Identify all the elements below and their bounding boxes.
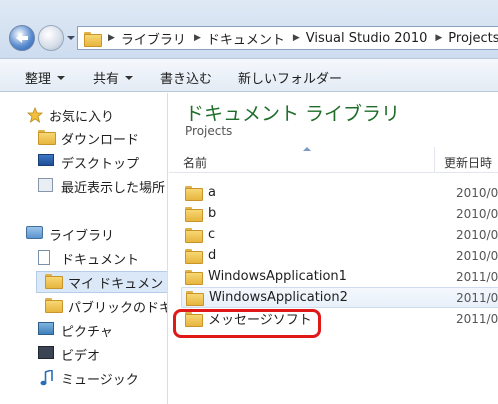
sidebar-item-libraries[interactable]: ライブラリ [26, 223, 114, 245]
file-date: 2011/03/ [456, 290, 498, 305]
breadcrumb-projects[interactable]: Projects [448, 31, 498, 46]
folder-icon [185, 228, 203, 243]
new-folder-button[interactable]: 新しいフォルダー [238, 68, 342, 87]
recent-pages-dropdown-icon[interactable] [67, 36, 75, 40]
column-header-name[interactable]: 名前 [183, 154, 207, 171]
navigation-pane: お気に入り ダウンロード デスクトップ 最近表示した場所 ライブラリ ドキュメン… [0, 93, 168, 404]
forward-button[interactable] [38, 25, 64, 51]
file-date: 2010/08/ [456, 227, 498, 242]
new-folder-label: 新しいフォルダー [238, 72, 343, 87]
library-subtitle: Projects [185, 124, 233, 138]
sidebar-item-label: ピクチャ [61, 324, 113, 340]
sidebar-item-label: ライブラリ [49, 228, 115, 244]
file-name: c [208, 227, 216, 242]
file-row[interactable]: WindowsApplication2 2011/03/ [181, 287, 498, 308]
organize-label: 整理 [25, 72, 52, 87]
chevron-down-icon [57, 75, 66, 80]
file-date: 2011/03/ [456, 311, 498, 326]
folder-icon [185, 186, 203, 201]
downloads-folder-icon [38, 130, 56, 145]
sidebar-item-label: パブリックのドキ [68, 300, 168, 316]
back-arrow-icon [16, 33, 28, 43]
burn-button[interactable]: 書き込む [160, 68, 212, 87]
command-toolbar: 整理 共有 書き込む 新しいフォルダー [0, 58, 498, 92]
folder-icon [45, 274, 63, 289]
folder-icon [186, 291, 204, 306]
pictures-icon [38, 322, 54, 335]
file-name: a [208, 185, 216, 200]
file-row[interactable]: d 2010/09/ [181, 245, 498, 266]
address-bar[interactable]: ▶ ライブラリ ▶ ドキュメント ▶ Visual Studio 2010 ▶ … [77, 26, 498, 50]
sidebar-item-public-documents[interactable]: パブリックのドキ [45, 295, 168, 317]
recent-places-icon [38, 178, 53, 192]
sidebar-item-label: ミュージック [61, 372, 139, 388]
content-pane: ドキュメント ライブラリ Projects 名前 更新日時 a 2010/08/… [169, 93, 498, 404]
sidebar-item-label: ドキュメント [61, 252, 140, 268]
chevron-right-icon[interactable]: ▶ [194, 33, 201, 43]
breadcrumb-visual-studio[interactable]: Visual Studio 2010 [306, 31, 428, 46]
folder-icon [185, 207, 203, 222]
folder-icon [84, 31, 102, 47]
desktop-icon [38, 154, 54, 166]
sidebar-item-label: 最近表示した場所 [61, 180, 166, 196]
sidebar-item-documents[interactable]: ドキュメント [38, 247, 139, 269]
folder-icon [45, 298, 63, 313]
column-header-date[interactable]: 更新日時 [444, 154, 492, 171]
file-row[interactable]: a 2010/08/ [181, 182, 498, 203]
folder-icon [185, 249, 203, 264]
file-row[interactable]: WindowsApplication1 2011/03/ [181, 266, 498, 287]
sidebar-item-label: デスクトップ [61, 156, 140, 172]
file-row[interactable]: b 2010/08/ [181, 203, 498, 224]
documents-icon [38, 250, 50, 265]
sidebar-item-desktop[interactable]: デスクトップ [38, 151, 139, 173]
navigation-bar: ▶ ライブラリ ▶ ドキュメント ▶ Visual Studio 2010 ▶ … [0, 0, 498, 58]
burn-label: 書き込む [160, 72, 213, 87]
sidebar-item-music[interactable]: ミュージック [38, 367, 139, 389]
back-button[interactable] [9, 25, 35, 51]
chevron-down-icon [125, 75, 134, 80]
library-icon [26, 226, 43, 239]
folder-icon [185, 270, 203, 285]
sidebar-item-videos[interactable]: ビデオ [38, 343, 100, 365]
share-label: 共有 [93, 72, 120, 87]
star-icon [26, 107, 44, 123]
sort-ascending-icon [303, 147, 311, 151]
chevron-right-icon[interactable]: ▶ [108, 33, 115, 43]
file-name: d [208, 248, 217, 263]
file-date: 2010/08/ [456, 206, 498, 221]
share-button[interactable]: 共有 [93, 68, 134, 87]
breadcrumb-documents[interactable]: ドキュメント [207, 29, 285, 48]
sidebar-item-label: お気に入り [49, 109, 115, 125]
file-date: 2011/03/ [456, 269, 498, 284]
column-divider[interactable] [434, 147, 435, 173]
library-title: ドキュメント ライブラリ [185, 103, 401, 125]
sidebar-item-recent[interactable]: 最近表示した場所 [38, 175, 165, 197]
sidebar-item-pictures[interactable]: ピクチャ [38, 319, 113, 341]
sidebar-item-label: マイ ドキュメント [68, 276, 168, 292]
highlight-annotation [173, 309, 321, 338]
file-date: 2010/09/ [456, 248, 498, 263]
file-date: 2010/08/ [456, 185, 498, 200]
file-row[interactable]: c 2010/08/ [181, 224, 498, 245]
column-header-row: 名前 更新日時 [169, 147, 498, 173]
file-name: b [208, 206, 217, 221]
file-name: WindowsApplication2 [208, 290, 348, 305]
sidebar-item-favorites[interactable]: お気に入り [26, 104, 114, 126]
sidebar-item-my-documents[interactable]: マイ ドキュメント [36, 271, 168, 293]
sidebar-item-label: ダウンロード [61, 132, 140, 148]
chevron-right-icon[interactable]: ▶ [293, 33, 300, 43]
sidebar-item-downloads[interactable]: ダウンロード [38, 127, 139, 149]
file-name: WindowsApplication1 [208, 269, 347, 284]
organize-button[interactable]: 整理 [25, 68, 66, 87]
breadcrumb-libraries[interactable]: ライブラリ [121, 29, 186, 48]
music-note-icon [40, 370, 53, 386]
chevron-right-icon[interactable]: ▶ [435, 33, 442, 43]
sidebar-item-label: ビデオ [61, 348, 101, 364]
film-icon [38, 346, 54, 359]
